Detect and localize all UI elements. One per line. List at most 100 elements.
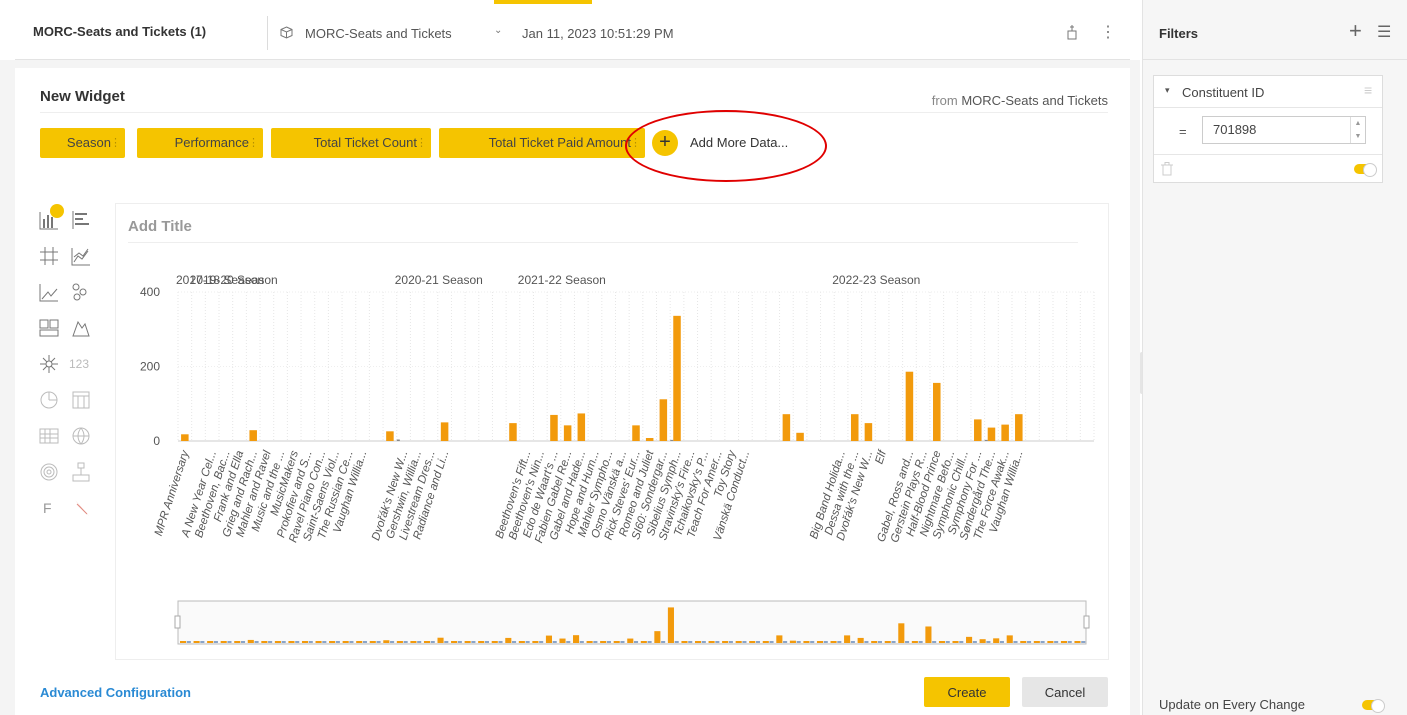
bar [782, 414, 791, 441]
x-tick-label: Elf [873, 448, 889, 466]
navigator-bar [918, 641, 923, 643]
navigator-bar [410, 641, 417, 643]
navigator-bar [593, 641, 598, 643]
navigator-bar [884, 641, 891, 643]
bar [850, 414, 859, 441]
treemap-icon[interactable] [37, 316, 61, 340]
navigator-bar [369, 641, 376, 643]
navigator-bar [600, 641, 607, 643]
function-icon[interactable]: F [37, 496, 61, 520]
update-every-change-toggle[interactable] [1362, 699, 1385, 713]
map-icon[interactable] [69, 316, 93, 340]
advanced-configuration-link[interactable]: Advanced Configuration [40, 685, 191, 700]
tree-chart-icon[interactable] [69, 460, 93, 484]
navigator-bar [769, 641, 774, 643]
navigator-bar [945, 641, 950, 643]
create-button[interactable]: Create [924, 677, 1010, 707]
trash-icon[interactable] [1161, 162, 1173, 176]
navigator-bar [1040, 641, 1045, 643]
line-chart-icon[interactable] [37, 280, 61, 304]
navigator-bar [315, 641, 322, 643]
navigator-bar [972, 641, 977, 643]
navigator-bar [620, 641, 625, 643]
navigator-bar [647, 641, 652, 643]
navigator-bar [180, 641, 187, 643]
navigator-bar [850, 641, 855, 643]
filter-card-header[interactable]: ▾ Constituent ID ≡ [1154, 76, 1382, 108]
navigator-bar [559, 638, 566, 643]
pill-menu-icon[interactable]: ⋮ [110, 128, 121, 158]
navigator-bar [1081, 641, 1086, 643]
navigator-bar [627, 638, 634, 643]
dashboard-title[interactable]: MORC-Seats and Tickets (1) [33, 24, 206, 39]
navigator-bar [728, 641, 733, 643]
navigator-frame [177, 600, 1087, 645]
pill-total-ticket-paid-amount[interactable]: Total Ticket Paid Amount ⋮ [439, 128, 645, 158]
navigator-bar [688, 641, 693, 643]
pill-menu-icon[interactable]: ⋮ [248, 128, 259, 158]
calendar-heatmap-icon[interactable] [37, 424, 61, 448]
table-icon[interactable] [69, 388, 93, 412]
season-group-label: 2022-23 Season [832, 273, 920, 287]
bar-chart-icon[interactable] [69, 208, 93, 232]
datasource-selector[interactable]: MORC-Seats and Tickets [305, 26, 452, 41]
indicator-icon[interactable]: 123 [69, 352, 93, 376]
filters-panel: Filters + ☰ ▾ Constituent ID ≡ = 701898 … [1142, 0, 1407, 715]
navigator-bar [681, 641, 688, 643]
navigator-bar [322, 641, 327, 643]
navigator-bar [268, 641, 273, 643]
pie-chart-icon[interactable] [37, 388, 61, 412]
menu-icon[interactable]: ☰ [1377, 22, 1391, 42]
area-chart-icon[interactable] [69, 244, 93, 268]
navigator-handle-right [1083, 615, 1090, 629]
navigator-bar [376, 641, 381, 643]
scattermap-icon[interactable] [69, 424, 93, 448]
bar [987, 427, 996, 441]
add-filter-icon[interactable]: + [1349, 18, 1362, 44]
sunburst-icon[interactable] [37, 352, 61, 376]
y-tick-label: 400 [140, 285, 160, 299]
widget-editor: New Widget from MORC-Seats and Tickets S… [15, 68, 1130, 715]
pill-season[interactable]: Season ⋮ [40, 128, 125, 158]
header-divider [267, 16, 268, 50]
pill-total-ticket-count[interactable]: Total Ticket Count ⋮ [271, 128, 431, 158]
navigator-bar [783, 641, 788, 643]
filter-value-input[interactable]: 701898 [1202, 116, 1366, 144]
cancel-button[interactable]: Cancel [1022, 677, 1108, 707]
selected-type-indicator [50, 204, 64, 218]
filter-enable-toggle[interactable] [1354, 163, 1377, 177]
navigator-bar [186, 641, 191, 643]
pill-menu-icon[interactable]: ⋮ [416, 128, 427, 158]
chart-svg: 02004002017-18 Season2019-20 Season 2020-… [140, 273, 1095, 645]
navigator-bar [667, 607, 674, 643]
pivot-grid-icon[interactable] [37, 244, 61, 268]
navigator-bar [1013, 641, 1018, 643]
pill-performance[interactable]: Performance ⋮ [137, 128, 263, 158]
navigator-bar [803, 641, 810, 643]
navigator-bar [932, 641, 937, 643]
navigator-bar [308, 641, 313, 643]
navigator-bar [911, 641, 918, 643]
season-group-label: 2020-21 Season [395, 273, 483, 287]
from-source: MORC-Seats and Tickets [961, 93, 1108, 108]
navigator-bar [674, 641, 679, 643]
number-stepper[interactable]: ▲ ▼ [1350, 117, 1365, 143]
chevron-down-icon[interactable]: ⌄ [494, 25, 502, 36]
scatter-chart-icon[interactable] [69, 280, 93, 304]
polar-chart-icon[interactable] [37, 460, 61, 484]
chart-preview: Add Title 0 200 400 2017-18 Season 2019-20 S… [115, 203, 1109, 660]
update-every-change-label: Update on Every Change [1159, 697, 1305, 712]
widget-title[interactable]: New Widget [40, 88, 125, 105]
navigator-bar [451, 641, 458, 643]
navigator-bar [213, 641, 218, 643]
navigator-bar [966, 636, 973, 643]
navigator-bar [816, 641, 824, 643]
funnel-icon[interactable] [69, 496, 93, 520]
navigator-bar [864, 641, 869, 643]
drag-handle-icon[interactable]: ≡ [1364, 82, 1372, 98]
navigator-bar [877, 641, 883, 643]
chevron-down-icon[interactable]: ▾ [1165, 85, 1170, 96]
share-icon[interactable] [1066, 24, 1078, 40]
navigator-bar [1047, 641, 1054, 643]
more-options-icon[interactable]: ⋮ [1100, 22, 1116, 42]
